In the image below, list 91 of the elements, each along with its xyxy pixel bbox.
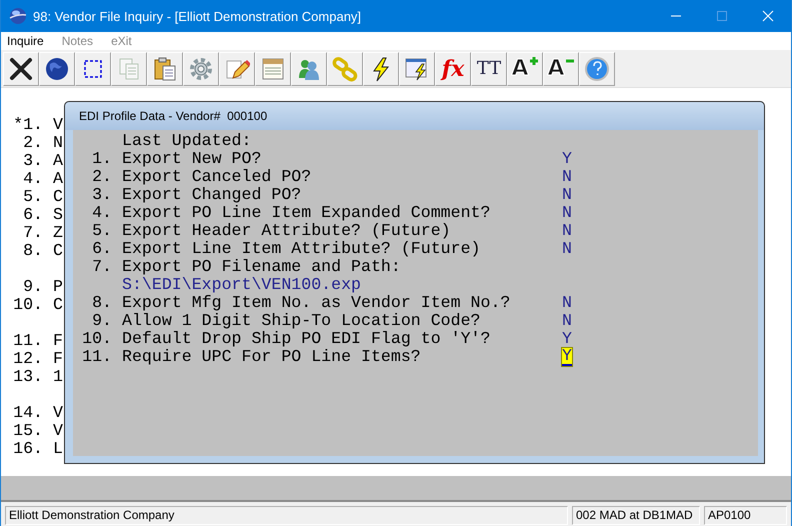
globe-icon (44, 56, 70, 82)
item-label: F (53, 332, 63, 350)
dialog-title: EDI Profile Data - Vendor# 000100 (79, 109, 268, 123)
item-number: 15. (12, 422, 43, 440)
item-label: Export Changed PO? (122, 186, 302, 204)
value-field[interactable]: Y (562, 330, 572, 348)
item-label: 1 (53, 368, 63, 386)
item-label: Export PO Filename and Path: (122, 258, 402, 276)
item-number: *1. (12, 116, 43, 134)
item-label: Export Canceled PO? (122, 168, 312, 186)
toolbar-button[interactable]: fx (435, 52, 471, 86)
close-icon[interactable] (762, 10, 774, 22)
toolbar-button[interactable] (399, 52, 435, 86)
item-number: 11. (82, 348, 112, 366)
item-number: 4. (22, 170, 43, 188)
item-label: S (53, 206, 63, 224)
item-number: 2. (91, 168, 112, 186)
item-number: 3. (91, 186, 112, 204)
notepad-icon (260, 56, 286, 82)
item-number: 10. (12, 296, 43, 314)
item-label: Last Updated: (122, 132, 252, 150)
value-field[interactable]: N (562, 204, 572, 222)
item-number: 7. (22, 224, 43, 242)
value-field[interactable]: N (562, 312, 572, 330)
item-number: 12. (12, 350, 43, 368)
item-label: V (53, 116, 63, 134)
item-number: 3. (22, 152, 43, 170)
item-label: Export PO Line Item Expanded Comment? (122, 204, 492, 222)
close-icon (8, 56, 34, 82)
item-label: P (53, 278, 63, 296)
clipboard-icon (152, 56, 178, 82)
status-company: Elliott Demonstration Company (5, 506, 568, 524)
item-number: 8. (91, 294, 112, 312)
globe-icon (9, 7, 27, 25)
item-label: C (53, 296, 63, 314)
value-field[interactable]: N (562, 294, 572, 312)
value-field[interactable]: Y (562, 150, 572, 168)
item-number: 5. (22, 188, 43, 206)
item-number: 2. (22, 134, 43, 152)
menu-item[interactable]: Inquire (5, 34, 46, 48)
item-number: 14. (12, 404, 43, 422)
plus-icon (528, 56, 539, 66)
toolbar-button[interactable]: TT (471, 52, 507, 86)
toolbar-button[interactable]: A (507, 52, 543, 86)
item-number: 13. (12, 368, 43, 386)
item-number: 8. (22, 242, 43, 260)
item-label: V (53, 404, 63, 422)
item-label: C (53, 242, 63, 260)
item-label: C (53, 188, 63, 206)
item-number: 11. (12, 332, 43, 350)
value-field[interactable]: N (562, 222, 572, 240)
item-number: 6. (91, 240, 112, 258)
file-path: S:\EDI\Export\VEN100.exp (122, 276, 362, 294)
toolbar-button[interactable]: A (543, 52, 579, 86)
item-number: 10. (82, 330, 112, 348)
item-label: F (53, 350, 63, 368)
value-field[interactable]: N (562, 240, 572, 258)
toolbar-button[interactable] (75, 52, 111, 86)
item-label: A (53, 170, 63, 188)
item-number: 9. (91, 312, 112, 330)
toolbar-button[interactable] (363, 52, 399, 86)
item-label: Export Line Item Attribute? (Future) (122, 240, 482, 258)
item-number: 5. (91, 222, 112, 240)
item-number: 7. (91, 258, 112, 276)
item-label: L (53, 440, 63, 458)
toolbar-button[interactable] (39, 52, 75, 86)
item-number: 16. (12, 440, 43, 458)
toolbar-button[interactable] (3, 52, 39, 86)
value-field[interactable]: Y (562, 348, 572, 366)
chain-link-icon (332, 56, 358, 82)
window-title: 98: Vendor File Inquiry - [Elliott Demonstration Company] (33, 8, 362, 24)
status-program: AP0100 (704, 506, 787, 524)
gear-icon (188, 56, 214, 82)
value-field[interactable]: N (562, 186, 572, 204)
item-number: 4. (91, 204, 112, 222)
help-icon (584, 56, 610, 82)
status-database: 002 MAD at DB1MAD (572, 506, 700, 524)
item-label: Export New PO? (122, 150, 262, 168)
item-label: Export Header Attribute? (Future) (122, 222, 452, 240)
item-label: Export Mfg Item No. as Vendor Item No.? (122, 294, 512, 312)
item-label: Default Drop Ship PO EDI Flag to 'Y'? (122, 330, 492, 348)
item-label: V (53, 422, 63, 440)
value-field[interactable]: N (562, 168, 572, 186)
item-number: 6. (22, 206, 43, 224)
item-label: Require UPC For PO Line Items? (122, 348, 422, 366)
item-label: Z (53, 224, 63, 242)
item-label: A (53, 152, 63, 170)
item-label: Allow 1 Digit Ship-To Location Code? (122, 312, 482, 330)
item-label: N (53, 134, 63, 152)
item-number: 1. (91, 150, 112, 168)
item-number: 9. (22, 278, 43, 296)
